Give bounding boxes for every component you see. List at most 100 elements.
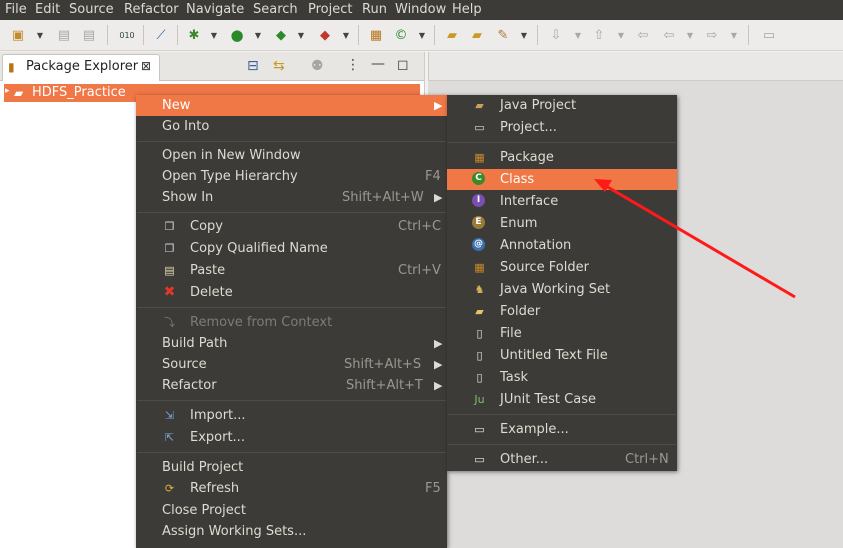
menu-item-label: Open Type Hierarchy [162,169,298,184]
new-class-dropdown-icon[interactable]: ▼ [418,26,426,44]
submenu-item-task[interactable]: ▯ Task [447,367,677,388]
menu-item-refresh[interactable]: ⟳ Refresh F5 [136,478,447,499]
menu-item-label: Delete [190,285,233,300]
menu-window[interactable]: Window [395,1,446,19]
menu-item-close-project[interactable]: Close Project [136,500,447,521]
submenu-item-java-project[interactable]: ▰ Java Project [447,95,677,116]
shortcut-label: Ctrl+C [398,219,442,234]
focus-active-task-icon[interactable]: ⚉ [311,58,324,74]
menu-item-label: Enum [500,216,538,231]
pin-editor-icon[interactable]: ▭ [760,26,778,44]
open-type-icon[interactable]: ▰ [443,26,461,44]
menu-item-remove-from-context[interactable]: ⤵ Remove from Context [136,312,447,333]
menu-navigate[interactable]: Navigate [186,1,244,19]
submenu-item-example[interactable]: ▭ Example... [447,419,677,440]
menu-file[interactable]: File [5,1,27,19]
submenu-item-annotation[interactable]: @ Annotation [447,235,677,256]
menu-item-build-project[interactable]: Build Project [136,457,447,478]
menu-item-copy-qualified-name[interactable]: ❐ Copy Qualified Name [136,238,447,259]
back-icon[interactable]: ⇦ [660,26,678,44]
submenu-item-file[interactable]: ▯ File [447,323,677,344]
link-with-editor-icon[interactable]: ⇆ [273,58,285,74]
menu-item-delete[interactable]: ✖ Delete [136,282,447,303]
submenu-item-untitled-text-file[interactable]: ▯ Untitled Text File [447,345,677,366]
coverage-dropdown-icon[interactable]: ▼ [297,26,305,44]
menu-item-label: Project... [500,120,557,135]
menu-item-go-into[interactable]: Go Into [136,116,447,137]
menu-edit[interactable]: Edit [35,1,60,19]
java-project-icon: ▰ [14,86,24,100]
new-java-package-icon[interactable]: ▦ [367,26,385,44]
submenu-item-interface[interactable]: I Interface [447,191,677,212]
forward-dropdown-icon[interactable]: ▼ [730,26,738,44]
close-view-icon[interactable]: ⊠ [141,59,151,73]
back-dropdown-icon[interactable]: ▼ [686,26,694,44]
open-folder-icon[interactable]: ▰ [468,26,486,44]
binary-icon[interactable]: 010 [118,26,136,44]
menu-item-open-type-hierarchy[interactable]: Open Type Hierarchy F4 [136,166,447,187]
menu-item-show-in[interactable]: Show In Shift+Alt+W ▶ [136,187,447,208]
submenu-item-junit-test-case[interactable]: Ju JUnit Test Case [447,389,677,410]
menu-item-build-path[interactable]: Build Path ▶ [136,333,447,354]
coverage-icon[interactable]: ◆ [272,26,290,44]
submenu-item-java-working-set[interactable]: ♞ Java Working Set [447,279,677,300]
previous-annotation-dropdown-icon[interactable]: ▼ [617,26,625,44]
menu-refactor[interactable]: Refactor [124,1,179,19]
run-icon[interactable]: ● [228,26,246,44]
view-menu-icon[interactable]: ⋮ [346,57,360,73]
search-icon[interactable]: ✎ [494,26,512,44]
submenu-item-package[interactable]: ▦ Package [447,147,677,168]
debug-dropdown-icon[interactable]: ▼ [210,26,218,44]
menu-item-label: Refactor [162,378,217,393]
import-icon: ⇲ [164,409,175,422]
editor-tab-strip [428,52,843,81]
submenu-item-source-folder[interactable]: ▦ Source Folder [447,257,677,278]
submenu-arrow-icon: ▶ [434,337,443,350]
submenu-item-enum[interactable]: E Enum [447,213,677,234]
refresh-icon: ⟳ [164,482,175,495]
run-dropdown-icon[interactable]: ▼ [254,26,262,44]
menu-item-refactor[interactable]: Refactor Shift+Alt+T ▶ [136,375,447,396]
next-annotation-dropdown-icon[interactable]: ▼ [574,26,582,44]
minimize-view-icon[interactable]: — [371,56,385,72]
menu-item-open-new-window[interactable]: Open in New Window [136,145,447,166]
save-icon[interactable]: ▤ [55,26,73,44]
menu-item-import[interactable]: ⇲ Import... [136,405,447,426]
project-name[interactable]: HDFS_Practice [32,85,126,100]
menu-item-export[interactable]: ⇱ Export... [136,427,447,448]
maximize-view-icon[interactable]: ◻ [397,57,409,73]
expand-arrow-icon[interactable]: ▸ [5,86,10,96]
menu-item-label: Copy [190,219,223,234]
menu-item-label: Other... [500,452,549,467]
menu-run[interactable]: Run [362,1,387,19]
menu-project[interactable]: Project [308,1,352,19]
submenu-item-other[interactable]: ▭ Other... Ctrl+N [447,449,677,470]
external-tools-icon[interactable]: ◆ [316,26,334,44]
last-edit-icon[interactable]: ⇦ [634,26,652,44]
next-annotation-icon[interactable]: ⇩ [547,26,565,44]
save-all-icon[interactable]: ▤ [80,26,98,44]
submenu-item-project[interactable]: ▭ Project... [447,117,677,138]
menu-help[interactable]: Help [452,1,482,19]
new-wizard-icon[interactable]: ▣ [9,26,27,44]
menu-search[interactable]: Search [253,1,298,19]
menu-item-assign-working-sets[interactable]: Assign Working Sets... [136,521,447,542]
submenu-item-class[interactable]: C Class [447,169,677,190]
menu-source[interactable]: Source [69,1,114,19]
menu-item-new[interactable]: New ▶ [136,95,447,116]
external-tools-dropdown-icon[interactable]: ▼ [342,26,350,44]
new-dropdown-icon[interactable]: ▼ [36,26,44,44]
menu-item-copy[interactable]: ❐ Copy Ctrl+C [136,216,447,237]
submenu-item-folder[interactable]: ▰ Folder [447,301,677,322]
menu-item-paste[interactable]: ▤ Paste Ctrl+V [136,260,447,281]
forward-icon[interactable]: ⇨ [703,26,721,44]
skip-breakpoints-icon[interactable]: ⟋ [152,26,170,44]
collapse-all-icon[interactable]: ⊟ [247,58,259,74]
new-java-class-icon[interactable]: © [392,26,410,44]
previous-annotation-icon[interactable]: ⇧ [590,26,608,44]
menu-item-source[interactable]: Source Shift+Alt+S ▶ [136,354,447,375]
debug-icon[interactable]: ✱ [185,26,203,44]
search-dropdown-icon[interactable]: ▼ [520,26,528,44]
menu-item-label: Java Project [500,98,577,113]
menu-item-label: Source Folder [500,260,589,275]
